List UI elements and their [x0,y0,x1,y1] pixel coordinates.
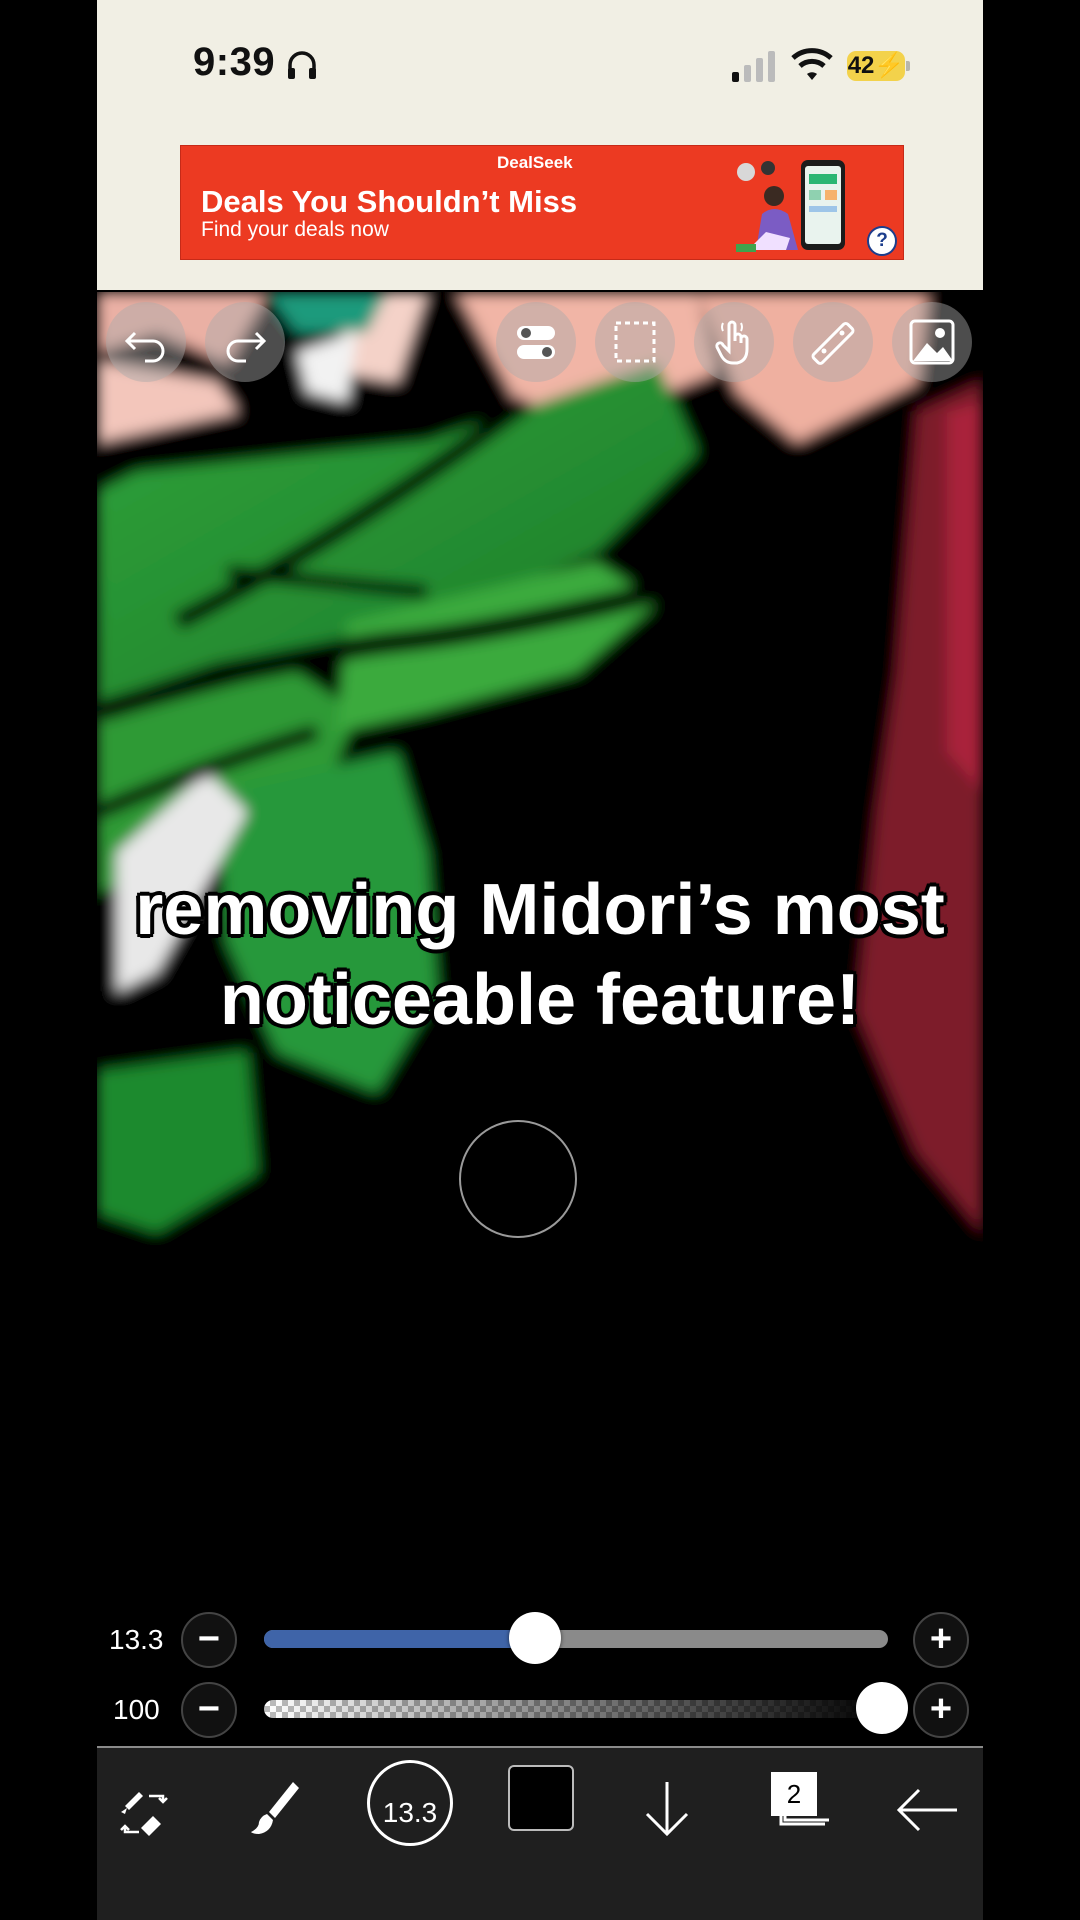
battery-tip [906,61,910,71]
brush-cursor [459,1120,577,1238]
touch-gesture-button[interactable] [694,302,774,382]
redo-button[interactable] [205,302,285,382]
selection-icon [614,321,656,363]
status-bar: 9:39 42⚡ DealSeek Deals You Shouldn’t Mi… [97,0,983,290]
ad-subline: Find your deals now [201,218,389,241]
brush-size-knob[interactable] [509,1612,562,1664]
brush-size-value: 13.3 [109,1624,164,1655]
brush-size-slider-row: 13.3 − + [97,1608,983,1668]
toggle-settings-icon [517,326,555,359]
drawing-canvas[interactable]: removing Midori’s most noticeable featur… [97,292,983,1745]
status-time: 9:39 [193,40,276,84]
app-screen: 9:39 42⚡ DealSeek Deals You Shouldn’t Mi… [97,0,983,1920]
brush-size-minus-button[interactable]: − [181,1612,237,1668]
ruler-icon [811,321,855,365]
opacity-plus-button[interactable]: + [913,1682,969,1738]
opacity-track[interactable] [264,1700,888,1718]
move-down-icon [645,1782,689,1837]
ad-brand: DealSeek [497,153,573,172]
cellular-signal-icon [732,51,775,82]
undo-button[interactable] [106,302,186,382]
undo-icon [124,331,165,363]
brush-size-plus-button[interactable]: + [913,1612,969,1668]
opacity-minus-button[interactable]: − [181,1682,237,1738]
touch-gesture-icon [715,320,749,365]
brush-icon [251,1782,299,1834]
bottom-toolbar: 13.3 2 [97,1746,983,1920]
color-swatch[interactable] [508,1765,574,1831]
tool-switch-icon [120,1792,168,1836]
ad-banner[interactable]: DealSeek Deals You Shouldn’t Miss Find y… [180,145,904,260]
settings-toggle-button[interactable] [496,302,576,382]
battery-level: 42 [847,52,875,79]
back-arrow-icon [896,1788,957,1832]
opacity-value: 100 [113,1694,160,1725]
brush-size-track[interactable] [264,1630,888,1648]
tool-switch-button[interactable] [105,1770,185,1850]
brush-tool-button[interactable] [235,1770,315,1850]
ad-headline: Deals You Shouldn’t Miss [201,184,578,219]
brush-size-fill [264,1630,536,1648]
ad-illustration [736,160,845,252]
ad-help-icon[interactable]: ? [867,226,897,256]
brush-size-indicator-label: 13.3 [382,1797,438,1828]
move-down-button[interactable] [627,1770,707,1850]
layer-count[interactable]: 2 [771,1772,817,1816]
image-import-icon [909,319,955,365]
opacity-slider-row: 100 − + [97,1678,983,1738]
caption-line-1: removing Midori’s most [135,870,945,950]
back-button[interactable] [887,1770,967,1850]
headphones-icon [288,51,316,79]
brush-size-indicator[interactable]: 13.3 [367,1760,453,1846]
redo-icon [226,331,267,363]
opacity-knob[interactable] [856,1682,908,1734]
ruler-button[interactable] [793,302,873,382]
battery-charging-icon: 42⚡ [847,51,905,81]
image-import-button[interactable] [892,302,972,382]
selection-button[interactable] [595,302,675,382]
wifi-icon [791,48,833,80]
caption-line-2: noticeable feature! [219,960,861,1040]
